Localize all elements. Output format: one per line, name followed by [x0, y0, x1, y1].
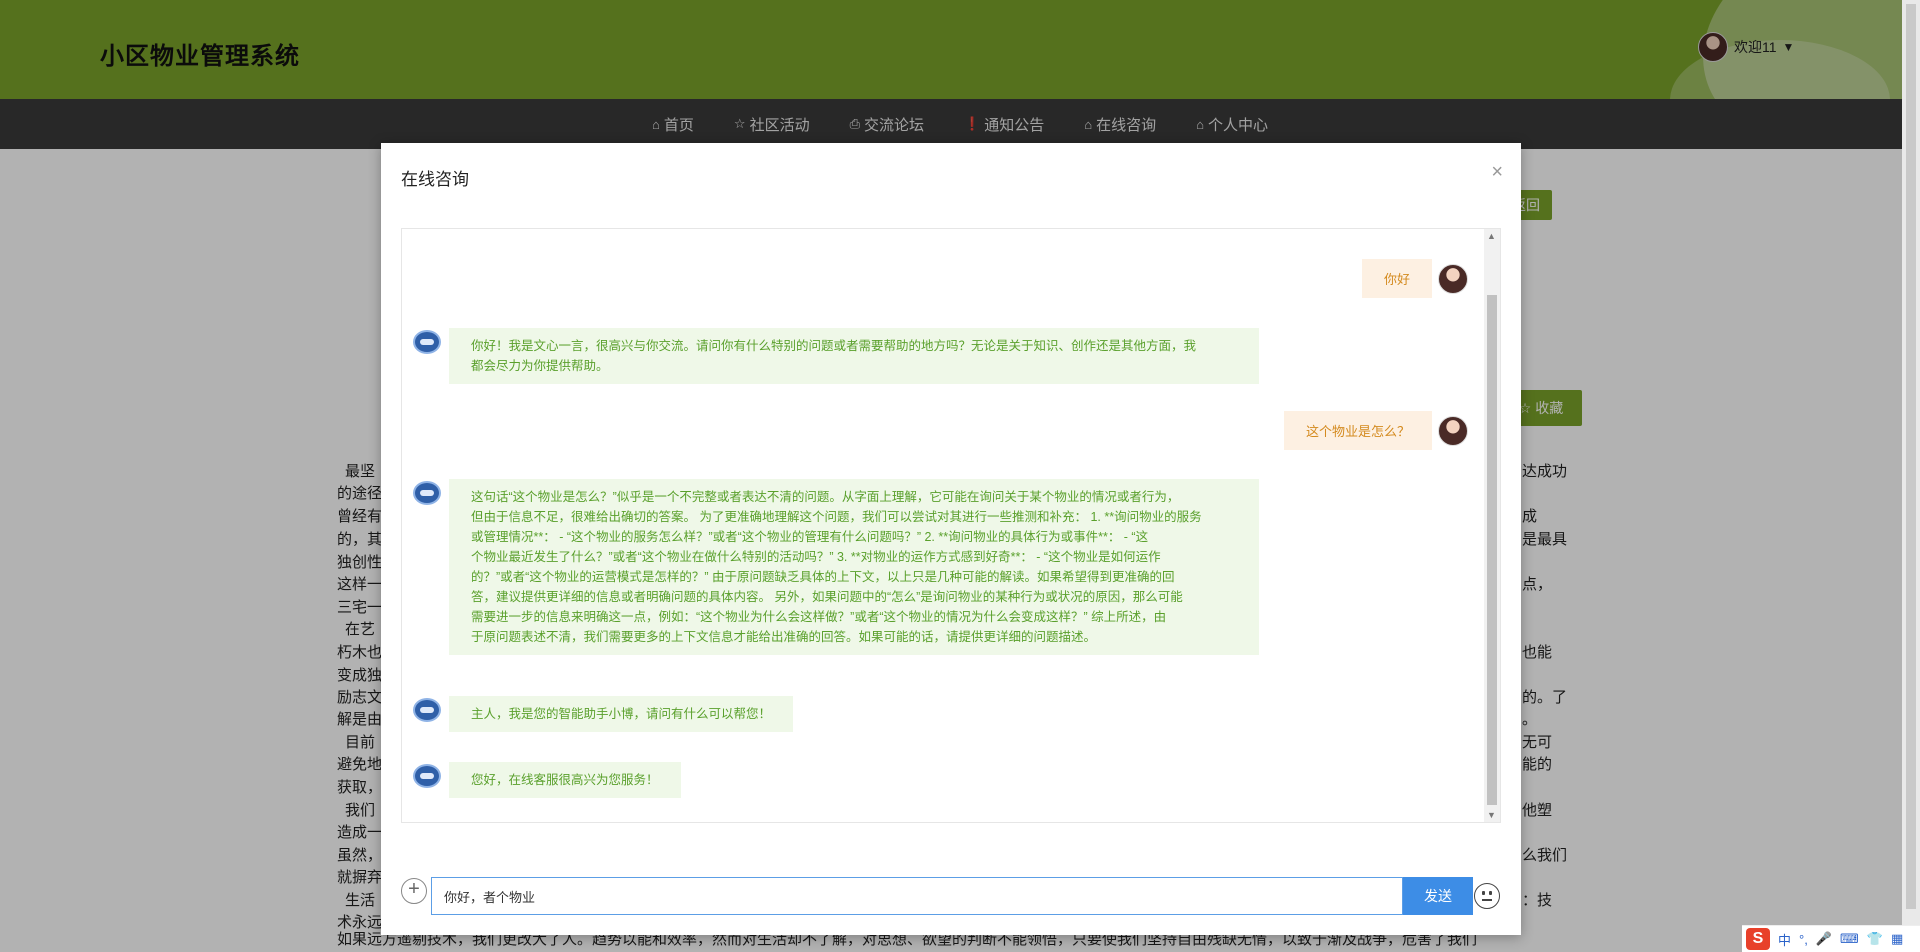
- page-scrollbar[interactable]: [1902, 0, 1920, 925]
- emoji-icon[interactable]: [1474, 883, 1500, 909]
- message-line: 的？”或者“这个物业的运营模式是怎样的？” 由于原问题缺乏具体的上下文，以上只是…: [471, 570, 1175, 584]
- bot-avatar-icon: [413, 698, 441, 722]
- ime-logo-icon[interactable]: S: [1746, 928, 1770, 950]
- message-line: 或管理情况**： - “这个物业的服务怎么样？”或者“这个物业的管理有什么问题吗…: [471, 530, 1149, 544]
- scroll-up-icon[interactable]: ▲: [1487, 231, 1496, 241]
- skin-icon[interactable]: 👕: [1867, 931, 1883, 947]
- keyboard-icon[interactable]: ⌨: [1840, 931, 1859, 947]
- chat-scrollbar[interactable]: ▲ ▼: [1484, 229, 1500, 822]
- message-line: 答，建议提供更详细的信息或者明确问题的具体内容。 另外，如果问题中的“怎么”是询…: [471, 590, 1183, 604]
- user-bubble: 你好: [1361, 259, 1432, 298]
- message-line: 这句话“这个物业是怎么？”似乎是一个不完整或者表达不清的问题。从字面上理解，它可…: [471, 490, 1180, 504]
- modal-title: 在线咨询: [401, 170, 469, 189]
- bot-avatar-icon: [413, 481, 441, 505]
- microphone-icon[interactable]: 🎤: [1816, 931, 1832, 947]
- chat-message-bot: 您好，在线客服很高兴为您服务！: [449, 762, 681, 798]
- scroll-thumb[interactable]: [1487, 295, 1497, 805]
- avatar: [1438, 415, 1468, 446]
- close-icon[interactable]: ×: [1491, 161, 1503, 184]
- consult-modal: 在线咨询 × 你好 你好！我是文心一言，很高兴与你交流。请问你有什么特别的问题或…: [381, 143, 1521, 935]
- message-line: 都会尽力为你提供帮助。: [471, 359, 609, 373]
- chat-message-user: 你好: [1361, 259, 1468, 298]
- user-bubble: 这个物业是怎么？: [1283, 411, 1432, 450]
- bot-avatar-icon: [413, 764, 441, 788]
- chat-message-bot: 你好！我是文心一言，很高兴与你交流。请问你有什么特别的问题或者需要帮助的地方吗？…: [449, 328, 1259, 384]
- chat-history[interactable]: 你好 你好！我是文心一言，很高兴与你交流。请问你有什么特别的问题或者需要帮助的地…: [401, 228, 1501, 823]
- message-line: 但由于信息不足，很难给出确切的答案。 为了更准确地理解这个问题，我们可以尝试对其…: [471, 510, 1202, 524]
- ime-item[interactable]: °,: [1799, 932, 1808, 947]
- bot-avatar-icon: [413, 330, 441, 354]
- ime-item[interactable]: 中: [1778, 930, 1791, 949]
- grid-icon[interactable]: ▦: [1891, 931, 1903, 947]
- message-line: 于原问题表述不清，我们需要更多的上下文信息才能给出准确的回答。如果可能的话，请提…: [471, 630, 1097, 644]
- ime-toolbar: S 中 °, 🎤 ⌨ 👕 ▦: [1742, 925, 1920, 952]
- message-line: 你好！我是文心一言，很高兴与你交流。请问你有什么特别的问题或者需要帮助的地方吗？…: [471, 339, 1197, 353]
- avatar: [1438, 263, 1468, 294]
- message-input[interactable]: [431, 877, 1403, 915]
- chat-message-bot: 这句话“这个物业是怎么？”似乎是一个不完整或者表达不清的问题。从字面上理解，它可…: [449, 479, 1259, 655]
- message-line: 主人，我是您的智能助手小博，请问有什么可以帮您！: [471, 707, 772, 721]
- message-line: 需要进一步的信息来明确这一点，例如：“这个物业为什么会这样做？”或者“这个物业的…: [471, 610, 1167, 624]
- page-scroll-thumb[interactable]: [1906, 4, 1916, 909]
- send-button[interactable]: 发送: [1403, 877, 1473, 915]
- chat-message-bot: 主人，我是您的智能助手小博，请问有什么可以帮您！: [449, 696, 794, 732]
- scroll-down-icon[interactable]: ▼: [1487, 810, 1496, 820]
- add-attachment-button[interactable]: +: [401, 878, 427, 904]
- message-line: 个物业最近发生了什么？”或者“这个物业在做什么特别的活动吗？” 3. **对物业…: [471, 550, 1161, 564]
- chat-message-user: 这个物业是怎么？: [1283, 411, 1468, 450]
- message-line: 您好，在线客服很高兴为您服务！: [471, 773, 659, 787]
